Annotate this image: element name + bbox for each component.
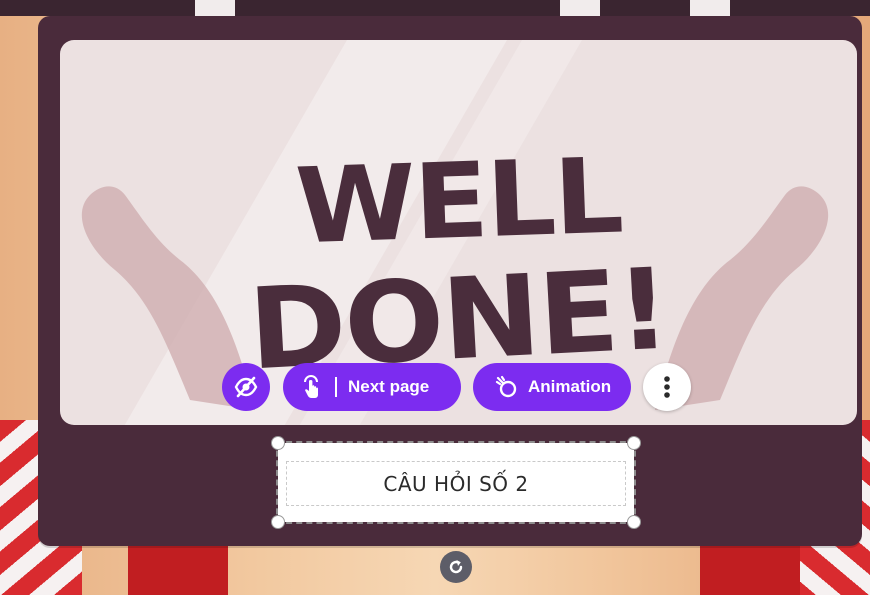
stage-decoration: [195, 0, 235, 16]
animation-icon: [495, 375, 517, 398]
left-stand: [128, 540, 228, 595]
link-label: Next page: [348, 377, 430, 396]
right-stand: [700, 540, 800, 595]
resize-handle-bottom-left[interactable]: [271, 515, 285, 529]
animation-button[interactable]: Animation: [473, 363, 631, 411]
rotate-icon: [449, 560, 463, 574]
stage-decoration: [560, 0, 600, 16]
board-screen[interactable]: WELL DONE!: [60, 40, 857, 425]
resize-handle-top-right[interactable]: [627, 436, 641, 450]
hide-element-button[interactable]: [222, 363, 270, 411]
resize-handle-top-left[interactable]: [271, 436, 285, 450]
link-next-page-button[interactable]: Next page: [283, 363, 461, 411]
eye-slash-icon: [234, 376, 258, 398]
tap-link-icon: [304, 375, 318, 398]
text-box-content[interactable]: CÂU HỎI SỐ 2: [286, 461, 626, 506]
stage-decoration: [690, 0, 730, 16]
more-options-button[interactable]: [643, 363, 691, 411]
selected-text-box[interactable]: CÂU HỎI SỐ 2: [276, 441, 636, 524]
toolbar-separator: [335, 377, 337, 397]
resize-handle-bottom-right[interactable]: [627, 515, 641, 529]
stage-top-strip: [0, 0, 870, 16]
rotate-button[interactable]: [440, 551, 472, 583]
animation-label: Animation: [528, 377, 612, 396]
more-vertical-icon: [664, 376, 670, 398]
